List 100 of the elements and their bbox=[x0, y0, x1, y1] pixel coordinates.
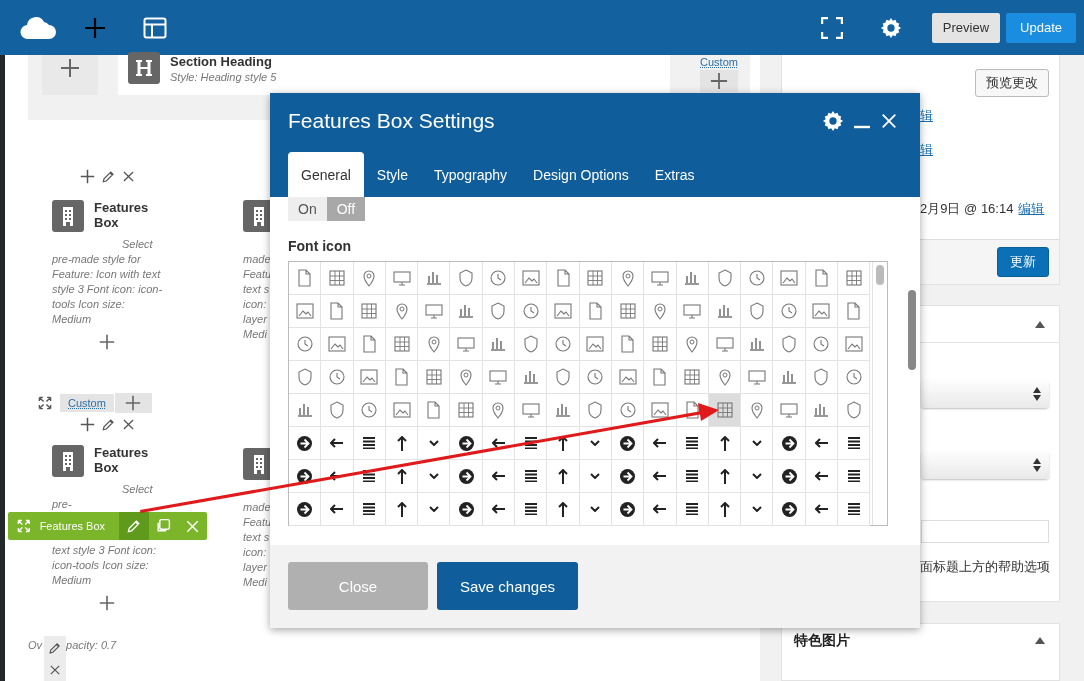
plus-icon[interactable] bbox=[84, 16, 106, 39]
icon-option[interactable] bbox=[353, 493, 386, 526]
icon-option[interactable] bbox=[450, 493, 483, 526]
edit-button[interactable] bbox=[119, 512, 149, 540]
edit-link[interactable]: 辑 bbox=[920, 141, 933, 159]
plus-icon[interactable] bbox=[80, 416, 95, 432]
scrollbar-thumb[interactable] bbox=[876, 265, 884, 285]
close-icon[interactable] bbox=[122, 417, 135, 431]
close-icon bbox=[184, 518, 200, 534]
icon-option[interactable] bbox=[547, 460, 580, 493]
arrow-icon bbox=[653, 504, 667, 514]
lines-icon bbox=[524, 502, 537, 516]
icon-option[interactable] bbox=[515, 493, 548, 526]
pin-icon bbox=[395, 302, 408, 320]
icon-option[interactable] bbox=[289, 493, 322, 526]
edit-link[interactable]: 编辑 bbox=[1018, 200, 1045, 218]
plus-icon[interactable] bbox=[99, 595, 115, 611]
icon-option[interactable] bbox=[353, 427, 386, 460]
cloud-logo[interactable] bbox=[20, 14, 56, 41]
close-icon[interactable] bbox=[122, 169, 135, 183]
select-arrows-icon bbox=[1033, 387, 1041, 401]
collapse-icon[interactable] bbox=[1035, 637, 1045, 645]
document-icon bbox=[362, 335, 376, 353]
icon-option[interactable] bbox=[773, 427, 806, 460]
icon-option[interactable] bbox=[547, 493, 580, 526]
update-button[interactable]: Update bbox=[1006, 12, 1076, 43]
icon-option[interactable] bbox=[676, 493, 709, 526]
up-arrow-icon bbox=[558, 501, 568, 517]
icon-option[interactable] bbox=[482, 460, 516, 493]
text-field[interactable] bbox=[921, 520, 1049, 543]
arrow-circle-icon bbox=[781, 501, 797, 517]
icon-option[interactable] bbox=[644, 460, 677, 493]
pencil-icon[interactable] bbox=[101, 168, 116, 184]
icon-option[interactable] bbox=[773, 460, 806, 493]
shield-icon bbox=[297, 368, 312, 386]
save-button[interactable]: Save changes bbox=[437, 562, 578, 610]
icon-option[interactable] bbox=[515, 460, 548, 493]
icon-option[interactable] bbox=[708, 460, 742, 493]
dialog-tab[interactable]: Extras bbox=[641, 152, 708, 197]
pencil-icon[interactable] bbox=[101, 416, 116, 432]
icon-option[interactable] bbox=[289, 427, 322, 460]
dialog-tab[interactable]: Typography bbox=[420, 152, 521, 197]
icon-option[interactable] bbox=[321, 427, 354, 460]
icon-option[interactable] bbox=[708, 493, 742, 526]
settings-icon[interactable] bbox=[879, 16, 902, 39]
edit-link[interactable]: 辑 bbox=[920, 107, 933, 125]
dialog-tab[interactable]: Design Options bbox=[520, 152, 642, 197]
icon-option[interactable] bbox=[385, 427, 419, 460]
icon-option[interactable] bbox=[611, 460, 645, 493]
collapse-icon[interactable] bbox=[1035, 320, 1045, 328]
select-field[interactable] bbox=[921, 380, 1049, 408]
icon-option[interactable] bbox=[611, 493, 645, 526]
chart-icon bbox=[684, 271, 701, 285]
toggle-option[interactable]: On bbox=[288, 197, 327, 221]
icon-option[interactable] bbox=[482, 493, 516, 526]
icon-option[interactable] bbox=[838, 460, 871, 493]
add-button[interactable] bbox=[114, 393, 152, 413]
monitor-icon bbox=[521, 402, 540, 418]
plus-icon[interactable] bbox=[99, 334, 115, 350]
custom-link[interactable]: Custom bbox=[700, 56, 738, 68]
scrollbar-thumb[interactable] bbox=[908, 290, 916, 370]
plus-icon[interactable] bbox=[60, 58, 80, 78]
icon-option[interactable] bbox=[385, 493, 419, 526]
layout-icon[interactable] bbox=[143, 16, 167, 39]
shield-icon bbox=[814, 368, 829, 386]
icon-option[interactable] bbox=[644, 427, 677, 460]
arrow-circle-icon bbox=[620, 468, 636, 484]
icon-option[interactable] bbox=[708, 427, 742, 460]
table-icon bbox=[651, 336, 668, 352]
image-icon bbox=[844, 336, 863, 352]
icon-option[interactable] bbox=[450, 460, 483, 493]
icon-option[interactable] bbox=[644, 493, 677, 526]
add-button[interactable] bbox=[700, 70, 738, 92]
select-field[interactable] bbox=[921, 451, 1049, 479]
icon-option[interactable] bbox=[676, 460, 709, 493]
publish-date: 2月9日 @ 16:14 bbox=[920, 200, 1014, 218]
icon-option[interactable] bbox=[321, 493, 354, 526]
icon-option[interactable] bbox=[676, 427, 709, 460]
element-description: text s bbox=[243, 282, 271, 297]
dialog-tab[interactable]: Style bbox=[363, 152, 421, 197]
custom-link[interactable]: Custom bbox=[60, 394, 114, 412]
update-button[interactable]: 更新 bbox=[997, 247, 1049, 277]
fullscreen-icon[interactable] bbox=[820, 16, 843, 39]
icon-option[interactable] bbox=[838, 493, 871, 526]
icon-option[interactable] bbox=[805, 493, 839, 526]
settings-icon[interactable] bbox=[822, 110, 844, 132]
expand-icon[interactable] bbox=[38, 396, 52, 410]
icon-option[interactable] bbox=[838, 427, 871, 460]
pencil-icon[interactable] bbox=[48, 640, 63, 655]
icon-option[interactable] bbox=[805, 460, 839, 493]
preview-button[interactable]: Preview bbox=[931, 12, 1001, 43]
close-icon[interactable] bbox=[49, 664, 62, 677]
copy-icon bbox=[155, 518, 172, 534]
chevron-icon bbox=[590, 472, 601, 480]
preview-changes-button[interactable]: 预览更改 bbox=[975, 69, 1049, 97]
plus-icon[interactable] bbox=[80, 168, 95, 184]
icon-option[interactable] bbox=[805, 427, 839, 460]
dialog-tab[interactable]: General bbox=[288, 152, 364, 197]
icon-option[interactable] bbox=[773, 493, 806, 526]
shield-icon bbox=[717, 269, 732, 287]
